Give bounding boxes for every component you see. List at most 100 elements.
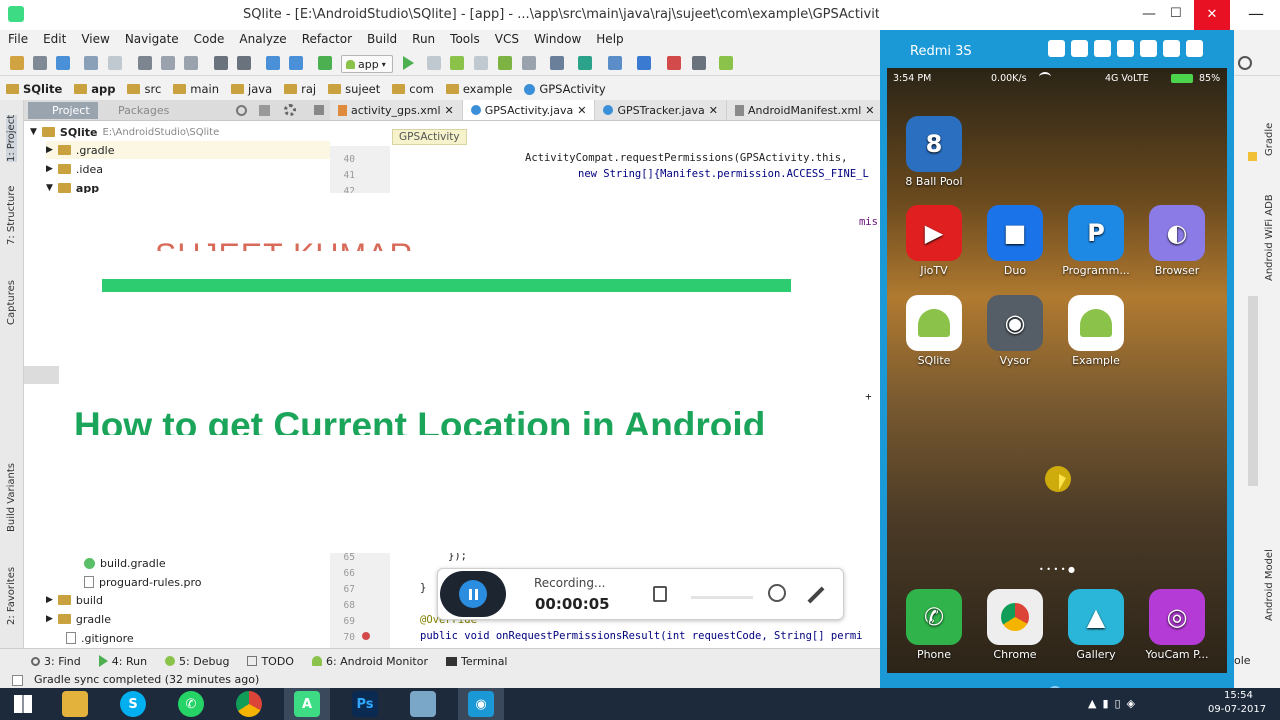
close-icon[interactable]: ✕ [709,104,718,117]
tab-activity-gps-xml[interactable]: activity_gps.xml ✕ [330,100,463,120]
tree-row-proguard[interactable]: proguard-rules.pro [84,573,202,591]
tool-run[interactable]: 4: Run [90,655,156,668]
save-icon[interactable] [33,56,47,70]
taskbar-skype[interactable]: S [110,688,156,720]
menu-tools[interactable]: Tools [442,30,487,50]
volume-down-icon[interactable] [1117,40,1134,57]
mute-icon[interactable] [653,586,667,602]
gear-icon[interactable] [284,104,296,116]
breadcrumb-item[interactable]: com [386,82,440,96]
app-gallery[interactable]: ▲ Gallery [1057,589,1135,661]
make-project-icon[interactable] [318,56,332,70]
app-8-ball-pool[interactable]: 8 8 Ball Pool [895,116,973,188]
tool-wifi-adb[interactable]: Android WiFi ADB [1264,194,1275,281]
sdk-manager-icon[interactable] [578,56,592,70]
copy-icon[interactable] [161,56,175,70]
menu-file[interactable]: File [0,30,35,50]
replace-icon[interactable] [237,56,251,70]
tool-android-model[interactable]: Android Model [1264,549,1275,621]
tool-build-variants[interactable]: Build Variants [6,463,17,532]
stop-icon[interactable] [522,56,536,70]
phone-screen[interactable]: 3:54 PM 0.00K/s 4G VoLTE 85% 8 8 Ball Po… [887,68,1227,673]
volume-up-icon[interactable] [1140,40,1157,57]
undo-icon[interactable] [84,56,98,70]
menu-vcs[interactable]: VCS [487,30,526,50]
app-chrome[interactable]: Chrome [976,589,1054,661]
editor-scrollbar[interactable] [1248,296,1258,486]
menu-edit[interactable]: Edit [35,30,73,50]
taskbar-chrome[interactable] [226,688,272,720]
taskbar-explorer[interactable] [52,688,98,720]
app-sqlite[interactable]: SQlite [895,295,973,367]
taskbar-android-studio[interactable]: A [284,688,330,720]
app-vysor[interactable]: ◉ Vysor [976,295,1054,367]
webcam-icon[interactable] [768,584,786,602]
volume-slider[interactable] [691,596,753,599]
android-device-icon[interactable] [719,56,733,70]
taskbar-whatsapp[interactable]: ✆ [168,688,214,720]
cut-icon[interactable] [138,56,152,70]
pause-button[interactable] [440,571,506,617]
breadcrumb-item[interactable]: example [440,82,519,96]
camera-icon[interactable] [1071,40,1088,57]
tab-gpsactivity-java[interactable]: GPSActivity.java ✕ [462,100,596,120]
menu-help[interactable]: Help [588,30,630,50]
app-phone[interactable]: ✆ Phone [895,589,973,661]
breadcrumb-item[interactable]: main [167,82,225,96]
pen-icon[interactable] [807,586,825,604]
vysor-maximize[interactable]: ☐ [1170,6,1190,21]
tree-row-build[interactable]: ▶ build [46,591,103,609]
redo-icon[interactable] [108,56,122,70]
menu-navigate[interactable]: Navigate [117,30,186,50]
hide-icon[interactable] [314,105,324,115]
tab-gpstracker-java[interactable]: GPSTracker.java ✕ [595,100,728,120]
breadcrumb-item[interactable]: sujeet [322,82,386,96]
debug-icon[interactable] [450,56,464,70]
tree-row-gitignore[interactable]: .gitignore [66,629,134,647]
breadcrumb-item[interactable]: raj [278,82,322,96]
attach-debugger-icon[interactable] [474,56,488,70]
breadcrumb-item[interactable]: SQlite [0,82,68,96]
taskbar-photoshop[interactable]: Ps [342,688,388,720]
taskbar-vysor[interactable]: ◉ [458,688,504,720]
avd-manager-icon[interactable] [550,56,564,70]
tree-row-gradle[interactable]: ▶ gradle [46,610,111,628]
menu-analyze[interactable]: Analyze [231,30,293,50]
override-icon[interactable] [362,632,370,640]
tool-captures[interactable]: Captures [6,280,17,325]
gear-icon[interactable] [1048,40,1065,57]
tool-find[interactable]: 3: Find [0,655,90,668]
menu-code[interactable]: Code [186,30,232,50]
paste-icon[interactable] [184,56,198,70]
tool-project[interactable]: 1: Project [6,114,17,162]
status-checkbox[interactable] [12,675,23,686]
app-duo[interactable]: ■ Duo [976,205,1054,277]
run-icon[interactable] [403,56,414,70]
menu-view[interactable]: View [73,30,116,50]
vysor-close[interactable]: ✕ [1194,0,1230,30]
target-icon[interactable] [236,105,247,116]
help-icon[interactable] [667,56,681,70]
breadcrumb-item[interactable]: app [68,82,121,96]
tool-favorites[interactable]: 2: Favorites [6,567,17,625]
app-browser[interactable]: ◐ Browser [1138,205,1216,277]
tool-android-monitor[interactable]: 6: Android Monitor [303,655,437,668]
profile-icon[interactable] [498,56,512,70]
app-programming-hub[interactable]: P Programm... [1057,205,1135,277]
rotate-icon[interactable] [1163,40,1180,57]
tool-gradle[interactable]: Gradle [1264,123,1275,156]
app-jiotv[interactable]: ▶ JioTV [895,205,973,277]
tab-packages[interactable]: Packages [118,102,169,119]
close-icon[interactable]: ✕ [577,104,586,117]
device-icon[interactable] [692,56,706,70]
tree-row-idea[interactable]: ▶ .idea [46,160,103,178]
back-icon[interactable] [266,56,280,70]
menu-refactor[interactable]: Refactor [294,30,359,50]
tab-manifest[interactable]: AndroidManifest.xml ✕ [727,100,884,120]
menu-window[interactable]: Window [526,30,588,50]
screenshot-icon[interactable] [1094,40,1111,57]
taskbar-image-viewer[interactable] [400,688,446,720]
app-example[interactable]: Example [1057,295,1135,367]
project-structure-icon[interactable] [608,56,622,70]
forward-icon[interactable] [289,56,303,70]
